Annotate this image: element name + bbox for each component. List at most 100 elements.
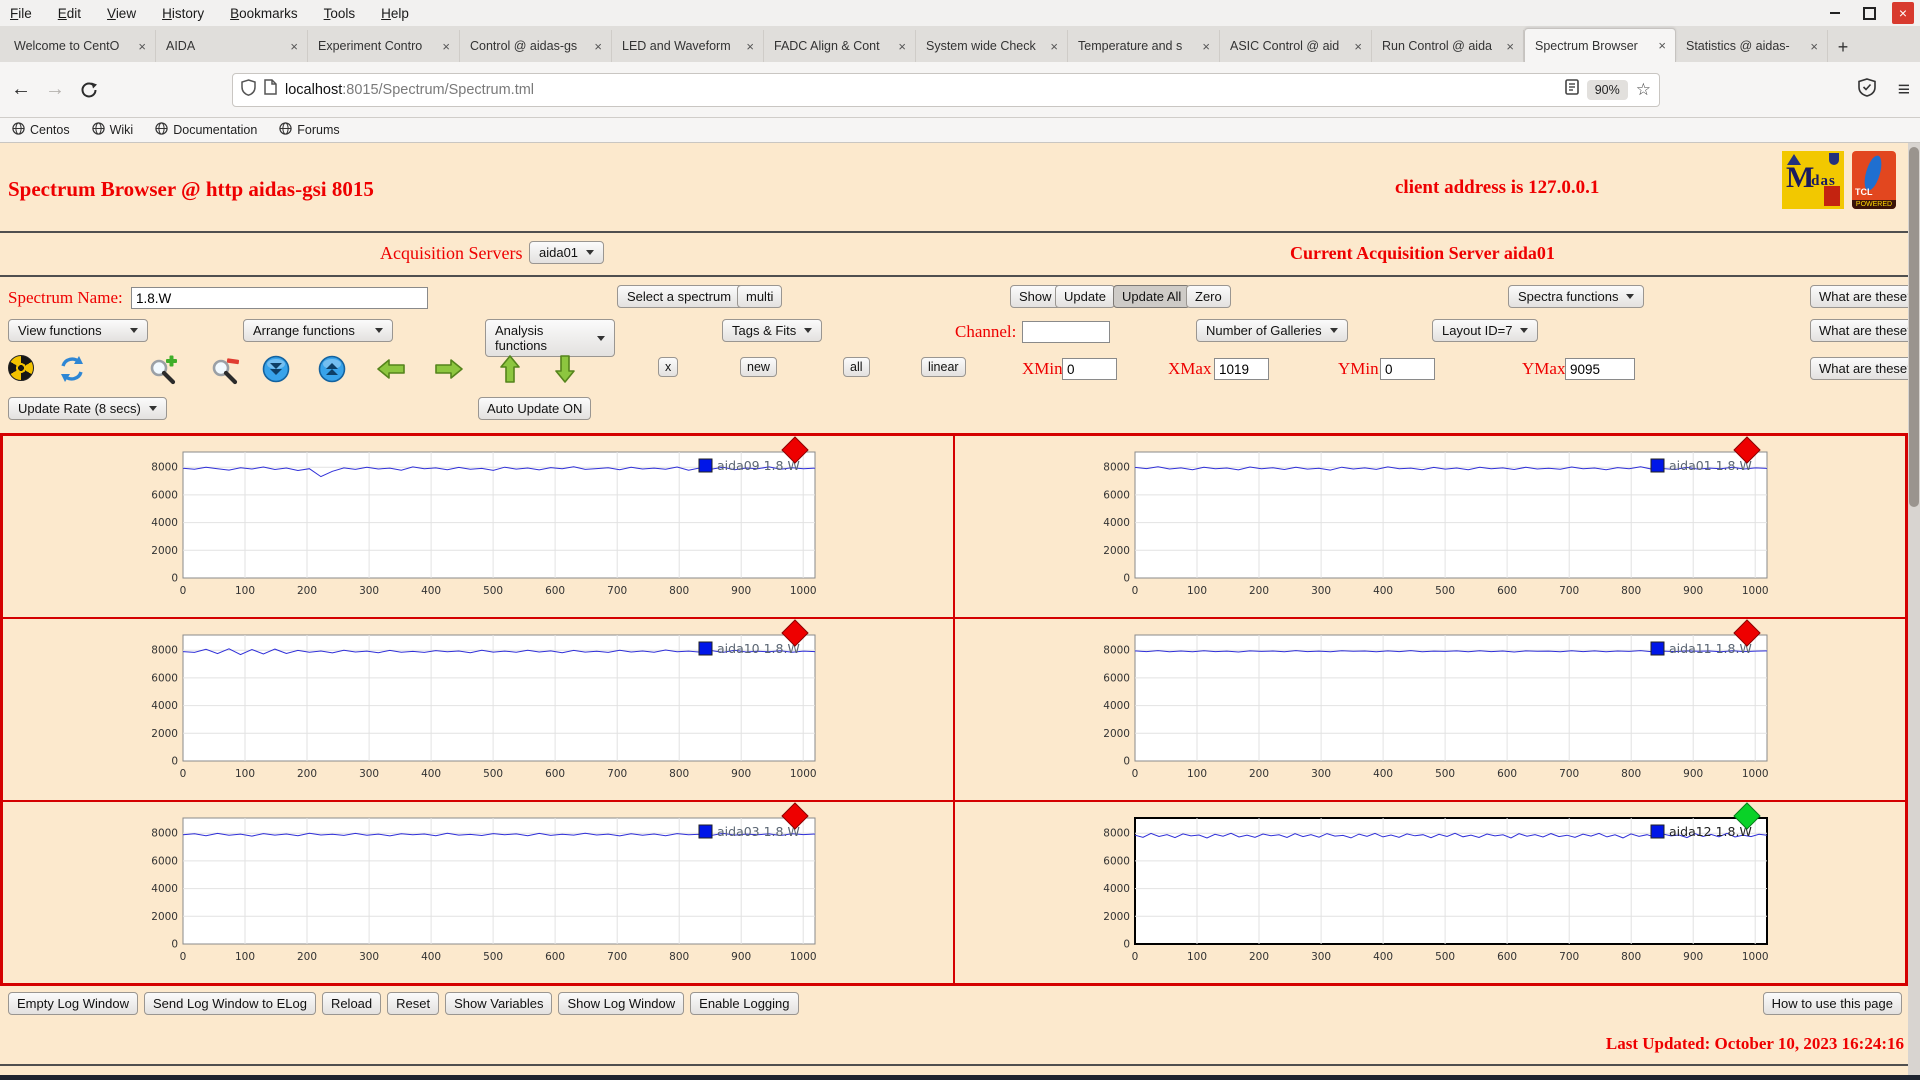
- jump-up-icon[interactable]: [318, 355, 346, 388]
- spectrum-chart-cell[interactable]: 0 100 200 300 400 500 600 700 800 900 1000 0 2000 400…: [954, 801, 1906, 984]
- what-are-these-button-1[interactable]: What are these?: [1810, 285, 1920, 308]
- tab-close-icon[interactable]: ×: [439, 39, 453, 54]
- browser-tab[interactable]: Spectrum Browser ×: [1524, 28, 1676, 62]
- spectrum-plot[interactable]: 0 100 200 300 400 500 600 700 800 900 1000 0 2000 400…: [1095, 619, 1779, 787]
- browser-tab[interactable]: Welcome to CentO ×: [4, 30, 156, 62]
- bookmark-item[interactable]: Wiki: [91, 122, 133, 138]
- send-log-window-to-elog-button[interactable]: Send Log Window to ELog: [144, 992, 316, 1015]
- reset-button[interactable]: Reset: [387, 992, 440, 1015]
- empty-log-window-button[interactable]: Empty Log Window: [8, 992, 138, 1015]
- analysis-functions-select[interactable]: Analysis functions: [485, 319, 615, 357]
- window-close-icon[interactable]: ×: [1892, 2, 1914, 24]
- tab-close-icon[interactable]: ×: [1047, 39, 1061, 54]
- menu-view[interactable]: View: [107, 6, 136, 21]
- spectrum-chart-cell[interactable]: 0 100 200 300 400 500 600 700 800 900 1000 0 2000 400…: [2, 618, 954, 801]
- browser-tab[interactable]: FADC Align & Cont ×: [764, 30, 916, 62]
- auto-update-button[interactable]: Auto Update ON: [478, 397, 592, 420]
- menu-help[interactable]: Help: [381, 6, 409, 21]
- browser-tab[interactable]: ASIC Control @ aid ×: [1220, 30, 1372, 62]
- spectrum-chart-cell[interactable]: 0 100 200 300 400 500 600 700 800 900 1000 0 2000 400…: [2, 435, 954, 618]
- channel-input[interactable]: [1022, 321, 1110, 343]
- back-icon[interactable]: ←: [4, 73, 38, 107]
- window-maximize-icon[interactable]: [1858, 2, 1880, 24]
- multi-button[interactable]: multi: [737, 285, 783, 308]
- show-button[interactable]: Show: [1010, 285, 1061, 308]
- arrange-functions-select[interactable]: Arrange functions: [243, 319, 393, 342]
- number-of-galleries-select[interactable]: Number of Galleries: [1196, 319, 1348, 342]
- page-scrollbar[interactable]: [1908, 143, 1920, 1080]
- arrow-down-icon[interactable]: [550, 355, 580, 388]
- browser-tab[interactable]: Run Control @ aida ×: [1372, 30, 1524, 62]
- spectrum-plot[interactable]: 0 100 200 300 400 500 600 700 800 900 1000 0 2000 400…: [143, 619, 827, 787]
- spectrum-plot[interactable]: 0 100 200 300 400 500 600 700 800 900 1000 0 2000 400…: [143, 802, 827, 970]
- browser-tab[interactable]: Temperature and s ×: [1068, 30, 1220, 62]
- tab-close-icon[interactable]: ×: [1807, 39, 1821, 54]
- how-to-use-button[interactable]: How to use this page: [1762, 992, 1902, 1015]
- spectrum-chart-cell[interactable]: 0 100 200 300 400 500 600 700 800 900 1000 0 2000 400…: [2, 801, 954, 984]
- show-log-window-button[interactable]: Show Log Window: [558, 992, 685, 1015]
- spectrum-plot[interactable]: 0 100 200 300 400 500 600 700 800 900 1000 0 2000 400…: [1095, 436, 1779, 604]
- spectrum-name-input[interactable]: [131, 287, 428, 309]
- tab-close-icon[interactable]: ×: [591, 39, 605, 54]
- reader-mode-icon[interactable]: [1564, 79, 1579, 100]
- radioactive-icon[interactable]: [8, 355, 34, 386]
- browser-tab[interactable]: Statistics @ aidas- ×: [1676, 30, 1828, 62]
- browser-tab[interactable]: Experiment Contro ×: [308, 30, 460, 62]
- zoom-out-icon[interactable]: [210, 355, 240, 390]
- menu-bookmarks[interactable]: Bookmarks: [230, 6, 298, 21]
- arrow-left-icon[interactable]: [376, 355, 406, 388]
- menu-edit[interactable]: Edit: [58, 6, 81, 21]
- browser-tab[interactable]: AIDA ×: [156, 30, 308, 62]
- spectrum-chart-cell[interactable]: 0 100 200 300 400 500 600 700 800 900 1000 0 2000 400…: [954, 618, 1906, 801]
- reload-icon[interactable]: [72, 73, 106, 107]
- enable-logging-button[interactable]: Enable Logging: [690, 992, 799, 1015]
- x-button[interactable]: x: [658, 357, 679, 377]
- ymin-input[interactable]: [1380, 358, 1435, 380]
- window-minimize-icon[interactable]: [1824, 2, 1846, 24]
- what-are-these-button-2[interactable]: What are these?: [1810, 319, 1920, 342]
- scrollbar-thumb[interactable]: [1909, 147, 1919, 507]
- view-functions-select[interactable]: View functions: [8, 319, 148, 342]
- tab-close-icon[interactable]: ×: [1199, 39, 1213, 54]
- browser-tab[interactable]: LED and Waveform ×: [612, 30, 764, 62]
- update-all-button[interactable]: Update All: [1113, 285, 1191, 308]
- arrow-up-icon[interactable]: [495, 355, 525, 388]
- zero-button[interactable]: Zero: [1186, 285, 1231, 308]
- new-tab-button[interactable]: +: [1828, 32, 1858, 62]
- bookmark-item[interactable]: Forums: [279, 122, 340, 138]
- show-variables-button[interactable]: Show Variables: [445, 992, 553, 1015]
- acquisition-server-select[interactable]: aida01: [529, 241, 605, 264]
- spectra-functions-select[interactable]: Spectra functions: [1508, 285, 1645, 308]
- ymax-input[interactable]: [1565, 358, 1635, 380]
- tab-close-icon[interactable]: ×: [1655, 38, 1669, 53]
- update-button[interactable]: Update: [1055, 285, 1115, 308]
- tab-close-icon[interactable]: ×: [1351, 39, 1365, 54]
- account-shield-icon[interactable]: [1857, 77, 1876, 102]
- tab-close-icon[interactable]: ×: [743, 39, 757, 54]
- tab-close-icon[interactable]: ×: [135, 39, 149, 54]
- tab-close-icon[interactable]: ×: [895, 39, 909, 54]
- refresh-icon[interactable]: [58, 355, 86, 388]
- bookmark-star-icon[interactable]: ☆: [1636, 80, 1651, 100]
- bookmark-item[interactable]: Centos: [12, 122, 70, 138]
- zoom-in-icon[interactable]: [148, 355, 178, 390]
- spectrum-plot[interactable]: 0 100 200 300 400 500 600 700 800 900 1000 0 2000 400…: [143, 436, 827, 604]
- jump-down-icon[interactable]: [262, 355, 290, 388]
- url-bar[interactable]: localhost:8015/Spectrum/Spectrum.tml 90%…: [232, 72, 1660, 107]
- tags-fits-select[interactable]: Tags & Fits: [722, 319, 823, 342]
- browser-tab[interactable]: Control @ aidas-gs ×: [460, 30, 612, 62]
- all-button[interactable]: all: [843, 357, 870, 377]
- update-rate-select[interactable]: Update Rate (8 secs): [8, 397, 167, 420]
- menu-history[interactable]: History: [162, 6, 204, 21]
- browser-tab[interactable]: System wide Check ×: [916, 30, 1068, 62]
- linear-button[interactable]: linear: [921, 357, 966, 377]
- midas-logo[interactable]: Midas: [1782, 151, 1844, 209]
- menu-file[interactable]: File: [10, 6, 32, 21]
- spectrum-plot[interactable]: 0 100 200 300 400 500 600 700 800 900 1000 0 2000 400…: [1095, 802, 1779, 970]
- tcl-powered-logo[interactable]: TCL POWERED: [1852, 151, 1896, 209]
- tracking-shield-icon[interactable]: [241, 78, 256, 101]
- xmin-input[interactable]: [1062, 358, 1117, 380]
- tab-close-icon[interactable]: ×: [1503, 39, 1517, 54]
- new-button[interactable]: new: [740, 357, 777, 377]
- layout-id-select[interactable]: Layout ID=7: [1432, 319, 1539, 342]
